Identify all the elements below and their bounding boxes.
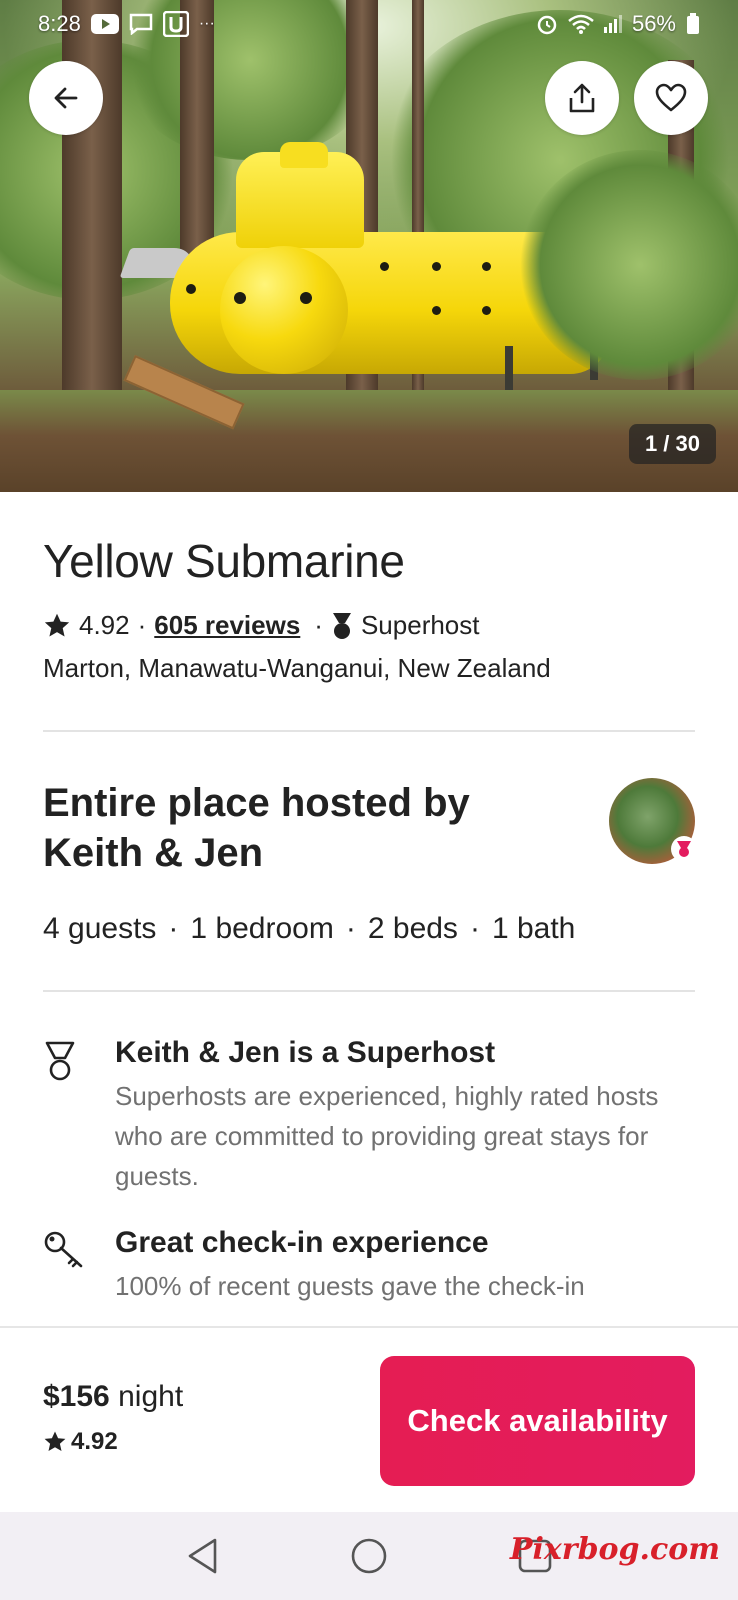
back-arrow-icon: [54, 87, 78, 109]
listing-location[interactable]: Marton, Manawatu-Wanganui, New Zealand: [43, 653, 695, 684]
superhost-icon: [332, 612, 351, 639]
reviews-link[interactable]: 605 reviews: [154, 610, 300, 641]
highlight-title: Great check-in experience: [115, 1226, 489, 1259]
nav-back-icon[interactable]: [185, 1537, 221, 1575]
spec-beds: 2 beds: [367, 912, 458, 945]
alarm-icon: [537, 15, 557, 35]
listing-title: Yellow Submarine: [43, 535, 405, 587]
spec-bedrooms: 1 bedroom: [190, 912, 334, 945]
submarine-leg: [505, 346, 513, 390]
meta-separator: ·: [137, 610, 147, 640]
listing-details: Yellow Submarine 4.92 · 605 reviews · Su…: [43, 492, 697, 1336]
superhost-badge: [671, 836, 697, 862]
signal-icon: [603, 15, 622, 33]
highlight-description: Superhosts are experienced, highly rated…: [115, 1081, 659, 1191]
save-to-wishlist-button[interactable]: [634, 61, 708, 135]
listing-specs: 4 guests · 1 bedroom · 2 beds · 1 bath: [43, 912, 695, 946]
submarine-porthole: [186, 284, 196, 294]
highlights-list: Keith & Jen is a Superhost Superhosts ar…: [43, 1036, 695, 1306]
highlight-item: Keith & Jen is a Superhost Superhosts ar…: [43, 1036, 695, 1196]
more-icon: ···: [198, 15, 215, 32]
submarine-dome: [220, 246, 348, 374]
star-icon: [44, 1431, 66, 1451]
watermark: Pixrbog.com: [509, 1532, 720, 1567]
share-icon: [569, 83, 595, 113]
highlight-title: Keith & Jen is a Superhost: [115, 1036, 496, 1069]
listing-meta: 4.92 · 605 reviews · Superhost: [43, 610, 695, 641]
superhost-label: Superhost: [360, 610, 480, 640]
price-amount: $156: [43, 1380, 110, 1413]
photo-counter: 1 / 30: [628, 424, 716, 464]
wifi-icon: [568, 14, 594, 34]
superhost-medal-icon: [45, 1041, 75, 1081]
price-unit: night: [118, 1380, 184, 1413]
superhost-badge-icon: [677, 841, 691, 857]
submarine-porthole: [234, 292, 246, 304]
booking-rating-value: 4.92: [71, 1428, 118, 1455]
share-button[interactable]: [545, 61, 619, 135]
host-title: Entire place hosted by Keith & Jen: [43, 781, 470, 875]
section-divider: [43, 990, 695, 992]
submarine-porthole: [380, 262, 389, 271]
key-icon: [44, 1231, 83, 1268]
star-icon: [44, 613, 70, 636]
submarine-porthole: [432, 306, 441, 315]
battery-level: 56%: [631, 11, 676, 36]
check-availability-button[interactable]: Check availability: [380, 1356, 695, 1486]
spec-separator: ·: [168, 912, 179, 945]
booking-bar: $156 night 4.92 Check availability: [0, 1326, 738, 1512]
spec-baths: 1 bath: [491, 912, 576, 945]
highlight-description: 100% of recent guests gave the check-in: [115, 1271, 585, 1301]
host-section: Entire place hosted by Keith & Jen: [43, 778, 697, 878]
battery-icon: [687, 13, 699, 34]
photo-ground: [0, 390, 738, 492]
highlight-item: Great check-in experience 100% of recent…: [43, 1226, 695, 1306]
section-divider: [43, 730, 695, 732]
status-bar: 8:28 ··· 56%: [0, 0, 738, 48]
rating-value: 4.92: [79, 610, 130, 640]
back-button[interactable]: [29, 61, 103, 135]
youtube-icon: [90, 14, 119, 34]
submarine-porthole: [432, 262, 441, 271]
submarine-porthole: [300, 292, 312, 304]
meta-separator: ·: [314, 610, 323, 640]
nav-home-icon[interactable]: [350, 1537, 388, 1575]
heart-icon: [655, 83, 687, 112]
spec-separator: ·: [469, 912, 480, 945]
listing-photo[interactable]: [0, 0, 738, 492]
spec-guests: 4 guests: [43, 912, 157, 945]
price: $156 night: [43, 1380, 183, 1414]
submarine-porthole: [482, 262, 491, 271]
spec-separator: ·: [345, 912, 356, 945]
booking-rating: 4.92: [43, 1428, 118, 1456]
status-time: 8:28: [38, 11, 81, 36]
chat-icon: [129, 13, 153, 35]
app-icon: [162, 11, 189, 37]
submarine-porthole: [482, 306, 491, 315]
host-avatar[interactable]: [609, 778, 697, 864]
submarine-hatch: [280, 142, 328, 168]
